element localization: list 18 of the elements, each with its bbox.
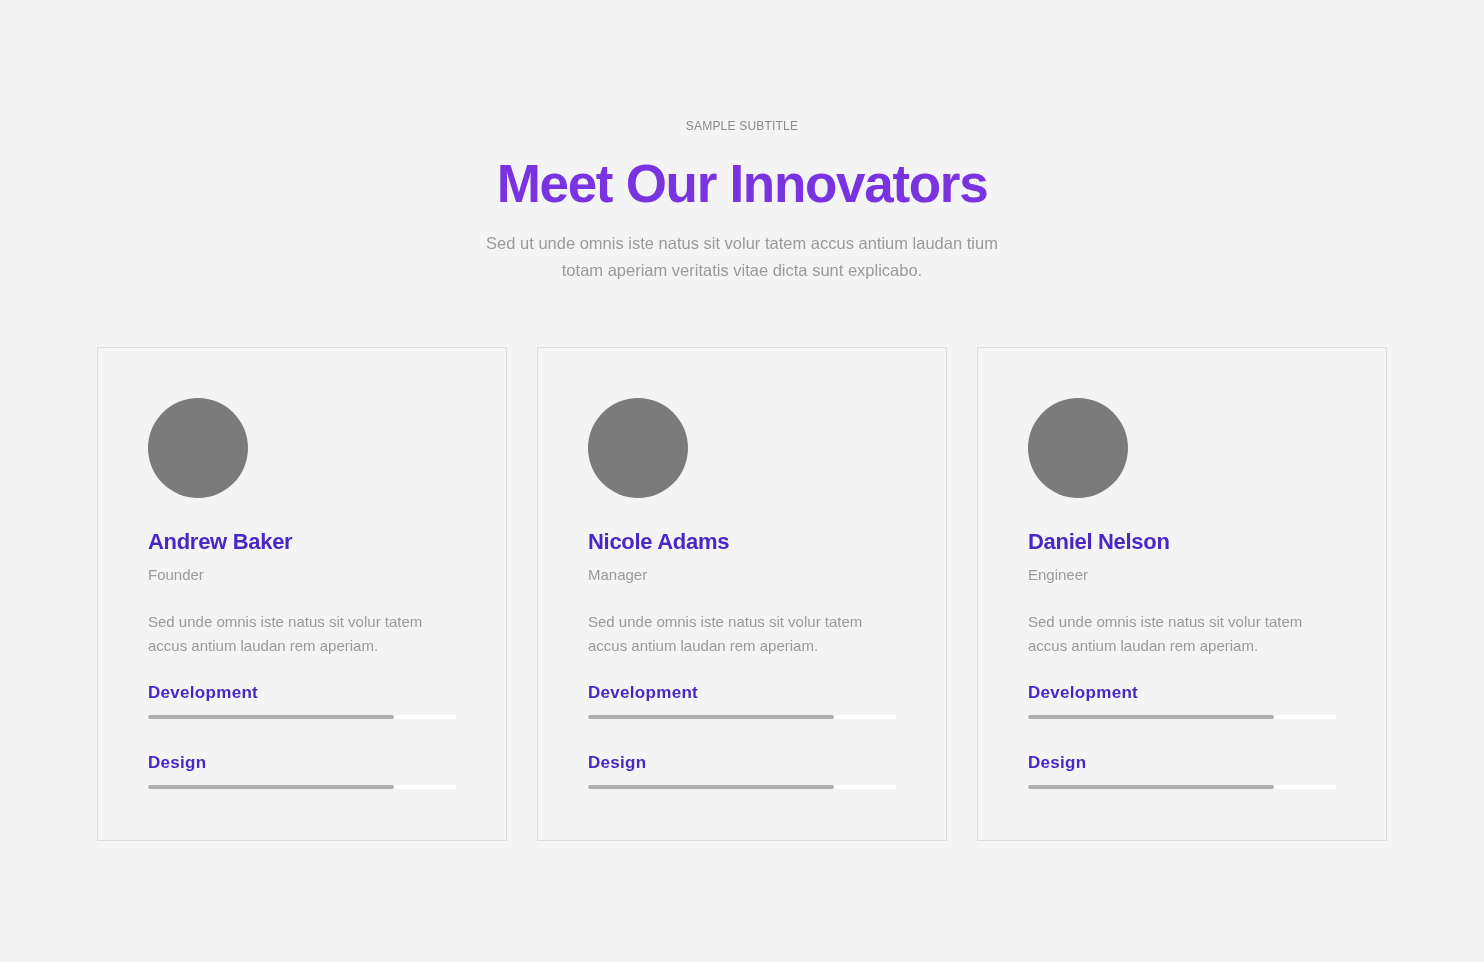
member-bio: Sed unde omnis iste natus sit volur tatem accus antium laudan rem aperiam. [148,612,424,656]
skill-label: Development [588,682,699,704]
member-name: Daniel Nelson [1028,528,1170,556]
skill-label: Design [148,752,207,774]
member-name: Nicole Adams [588,528,730,556]
member-bio: Sed unde omnis iste natus sit volur tatem accus antium laudan rem aperiam. [588,612,864,656]
section-subtitle: SAMPLE SUBTITLE [685,118,799,134]
member-role: Manager [588,565,648,585]
skill-label: Design [588,752,647,774]
member-name: Andrew Baker [148,528,293,556]
member-role: Engineer [1028,565,1089,585]
member-role: Founder [148,565,204,585]
skill-label: Development [148,682,259,704]
skill-label: Development [1028,682,1139,704]
section-title: Meet Our Innovators [496,153,988,215]
member-bio: Sed unde omnis iste natus sit volur tatem accus antium laudan rem aperiam. [1028,612,1304,656]
skill-label: Design [1028,752,1087,774]
section-description: Sed ut unde omnis iste natus sit volur tatem accus antium laudan tium totam aperiam veritatis vitae dicta sunt explicabo. [485,233,999,281]
